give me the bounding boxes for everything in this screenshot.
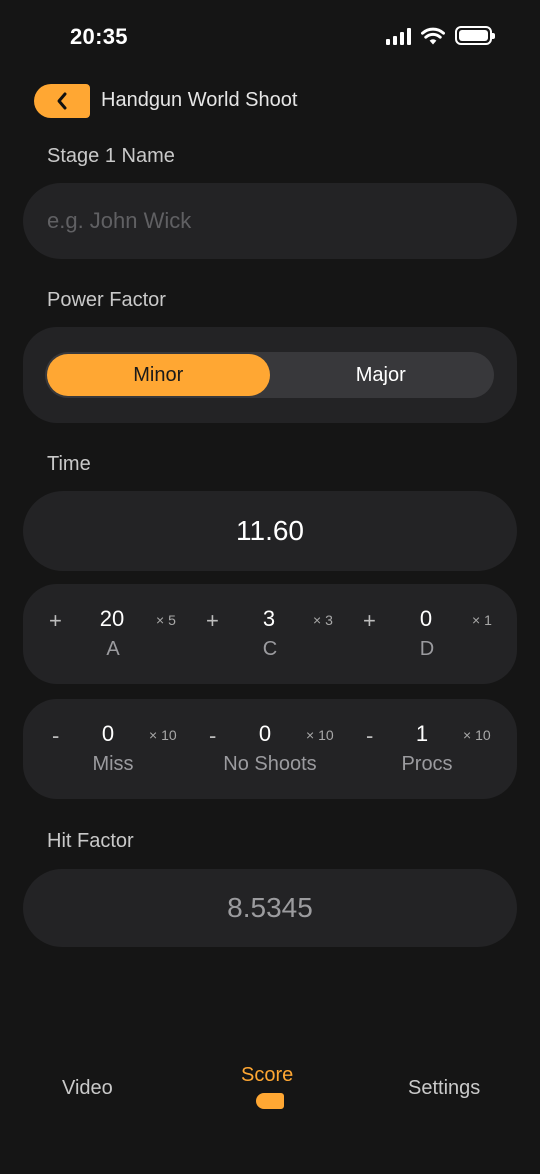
hit-cell-a: + 20 × 5 A <box>33 584 193 684</box>
hits-row: + 20 × 5 A + 3 × 3 C + 0 × 1 D <box>23 584 517 684</box>
battery-icon <box>455 26 495 45</box>
multiplier-d: × 1 <box>472 612 492 628</box>
decrement-miss-button[interactable]: - <box>52 723 59 749</box>
stage-name-label: Stage 1 Name <box>47 145 175 167</box>
back-button[interactable] <box>34 84 90 118</box>
count-a: 20 <box>99 606 125 631</box>
time-value: 11.60 <box>236 515 304 546</box>
hit-factor-label: Hit Factor <box>47 830 134 852</box>
segment-minor[interactable]: Minor <box>47 354 270 396</box>
segment-major[interactable]: Major <box>270 354 493 396</box>
page-title: Handgun World Shoot <box>101 89 298 111</box>
hits-card: + 20 × 5 A + 3 × 3 C + 0 × 1 D <box>23 584 517 684</box>
penalty-cell-miss: - 0 × 10 Miss <box>33 699 193 799</box>
hit-factor-value: 8.5345 <box>227 892 313 923</box>
count-d: 0 <box>419 606 433 631</box>
count-no-shoots: 0 <box>258 721 272 746</box>
stage-name-field <box>23 183 517 259</box>
time-label: Time <box>47 453 91 475</box>
hit-cell-c: + 3 × 3 C <box>190 584 350 684</box>
multiplier-a: × 5 <box>156 612 176 628</box>
count-c: 3 <box>262 606 276 631</box>
hit-factor-card: 8.5345 <box>23 869 517 947</box>
multiplier-no-shoots: × 10 <box>306 727 334 743</box>
label-a: A <box>106 638 120 660</box>
label-c: C <box>262 638 278 660</box>
decrement-no-shoots-button[interactable]: - <box>209 723 216 749</box>
increment-a-button[interactable]: + <box>49 608 62 634</box>
stage-name-input[interactable] <box>23 183 517 259</box>
chevron-left-icon <box>57 92 67 110</box>
multiplier-procs: × 10 <box>463 727 491 743</box>
increment-c-button[interactable]: + <box>206 608 219 634</box>
label-no-shoots: No Shoots <box>223 753 317 775</box>
status-time: 20:35 <box>70 24 128 49</box>
screen: 20:35 Handgun World Shoot Stage 1 Name P… <box>0 0 540 1174</box>
tab-video[interactable]: Video <box>62 1077 113 1100</box>
penalty-cell-procs: - 1 × 10 Procs <box>347 699 507 799</box>
power-factor-label: Power Factor <box>47 289 166 311</box>
tab-score[interactable]: Score <box>241 1064 293 1087</box>
score-tab-indicator <box>256 1093 284 1109</box>
multiplier-miss: × 10 <box>149 727 177 743</box>
tab-settings[interactable]: Settings <box>408 1077 480 1100</box>
label-miss: Miss <box>92 753 134 775</box>
power-factor-segmented-control: Minor Major <box>45 352 494 398</box>
decrement-procs-button[interactable]: - <box>366 723 373 749</box>
multiplier-c: × 3 <box>313 612 333 628</box>
label-procs: Procs <box>401 753 453 775</box>
label-d: D <box>419 638 435 660</box>
penalty-cell-no-shoots: - 0 × 10 No Shoots <box>190 699 350 799</box>
status-icons <box>386 26 495 45</box>
count-procs: 1 <box>415 721 429 746</box>
increment-d-button[interactable]: + <box>363 608 376 634</box>
penalties-card: - 0 × 10 Miss - 0 × 10 No Shoots - 1 × 1… <box>23 699 517 799</box>
power-factor-card: Minor Major <box>23 327 517 423</box>
penalties-row: - 0 × 10 Miss - 0 × 10 No Shoots - 1 × 1… <box>23 699 517 799</box>
count-miss: 0 <box>101 721 115 746</box>
cellular-signal-icon <box>386 27 411 45</box>
hit-cell-d: + 0 × 1 D <box>347 584 507 684</box>
time-card[interactable]: 11.60 <box>23 491 517 571</box>
wifi-icon <box>421 27 445 44</box>
